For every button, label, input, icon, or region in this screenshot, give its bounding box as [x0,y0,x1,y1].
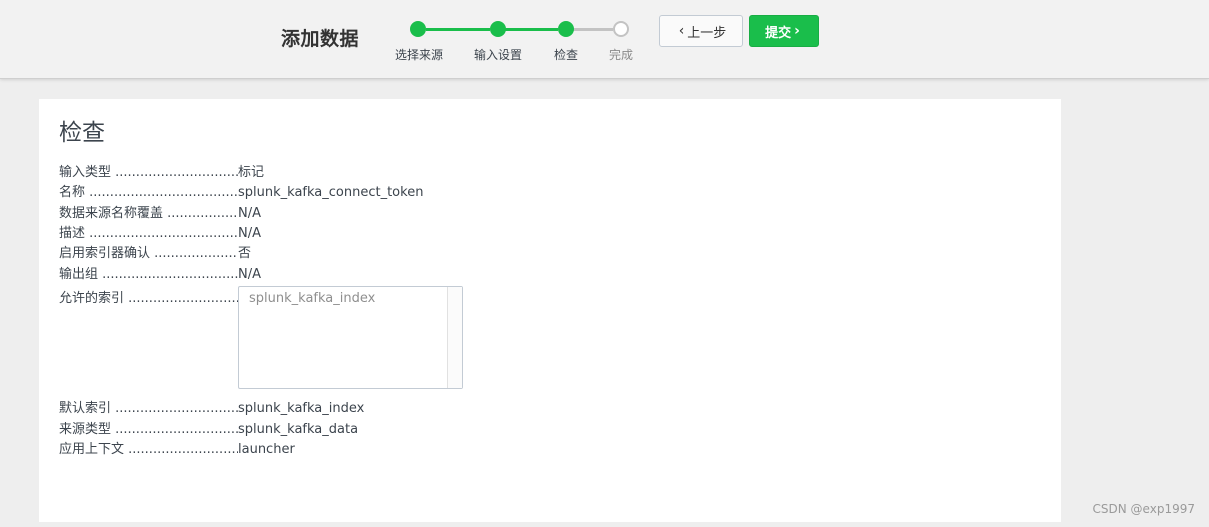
step-connector [505,28,558,31]
review-row-source-name-override: 数据来源名称覆盖 N/A [59,204,261,224]
row-key: 名称 [59,183,238,203]
row-value: N/A [238,206,261,221]
row-key: 默认索引 [59,399,238,419]
row-key: 描述 [59,224,238,244]
review-row-default-index: 默认索引 splunk_kafka_index [59,399,364,419]
back-button[interactable]: ‹ 上一步 [659,15,743,47]
review-row-output-group: 输出组 N/A [59,265,261,285]
row-key: 应用上下文 [59,440,238,460]
row-value: launcher [238,442,295,457]
step-label-done: 完成 [608,48,634,62]
wizard-header: 添加数据 选择来源 输入设置 检查 完成 ‹ 上一步 提交 › [0,0,1209,79]
row-value: splunk_kafka_connect_token [238,185,424,200]
review-panel: 检查 输入类型 标记 名称 splunk_kafka_connect_token… [39,99,1061,522]
textarea-scrollbar[interactable] [447,287,462,388]
submit-button-label: 提交 [765,25,792,41]
row-value: N/A [238,267,261,282]
row-value: N/A [238,226,261,241]
allowed-indexes-textarea[interactable]: splunk_kafka_index [238,286,463,389]
step-connector [426,28,490,31]
row-key: 允许的索引 [59,289,238,309]
step-label-input-settings: 输入设置 [473,48,523,62]
step-dot-input-settings [490,21,506,37]
row-key: 数据来源名称覆盖 [59,204,238,224]
page-title: 添加数据 [281,28,360,50]
review-row-name: 名称 splunk_kafka_connect_token [59,183,423,203]
step-label-source: 选择来源 [394,48,444,62]
step-connector [573,28,613,31]
row-key: 输入类型 [59,163,238,183]
step-dot-review [558,21,574,37]
step-label-review: 检查 [553,48,579,62]
submit-button[interactable]: 提交 › [749,15,819,47]
row-key: 输出组 [59,265,238,285]
step-dot-done [613,21,629,37]
review-row-app-context: 应用上下文 launcher [59,440,295,460]
review-row-input-type: 输入类型 标记 [59,163,264,183]
row-key: 启用索引器确认 [59,244,238,264]
chevron-right-icon: › [794,23,800,39]
review-row-sourcetype: 来源类型 splunk_kafka_data [59,420,358,440]
review-row-allowed-indexes: 允许的索引 [59,289,238,309]
review-row-description: 描述 N/A [59,224,261,244]
row-value: 否 [238,246,252,261]
review-row-indexer-ack: 启用索引器确认 否 [59,244,251,264]
row-key: 来源类型 [59,420,238,440]
step-dot-source [410,21,426,37]
review-title: 检查 [59,120,105,146]
watermark: CSDN @exp1997 [1092,502,1195,516]
allowed-indexes-value: splunk_kafka_index [249,291,376,306]
row-value: 标记 [238,165,265,180]
row-value: splunk_kafka_index [238,401,365,416]
chevron-left-icon: ‹ [678,23,685,39]
row-value: splunk_kafka_data [238,422,359,437]
back-button-label: 上一步 [687,25,727,41]
